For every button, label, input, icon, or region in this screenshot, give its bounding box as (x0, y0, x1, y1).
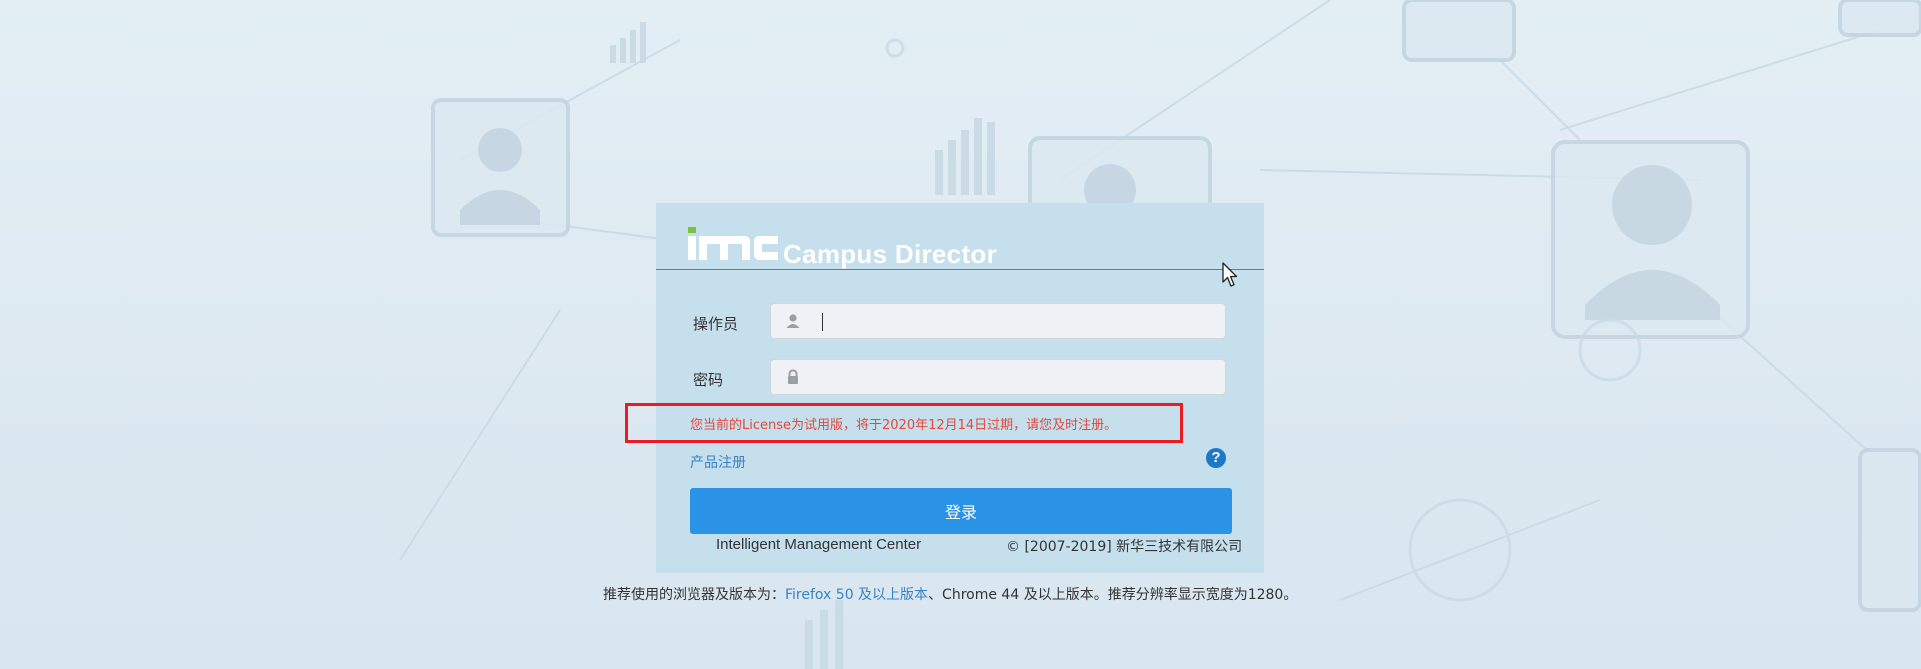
text-caret (822, 313, 823, 331)
login-panel: Campus Director 操作员 密码 您当前的License为试用版，将… (656, 203, 1264, 573)
mouse-cursor-icon (1222, 262, 1238, 292)
product-title: Campus Director (783, 239, 997, 269)
browser-note-rest: 、Chrome 44 及以上版本。推荐分辨率显示宽度为1280。 (928, 587, 1298, 603)
copyright: © [2007-2019] 新华三技术有限公司 (1006, 539, 1243, 555)
browser-recommendation: 推荐使用的浏览器及版本为：Firefox 50 及以上版本、Chrome 44 … (603, 584, 1297, 604)
product-name: Intelligent Management Center (716, 536, 922, 553)
login-button[interactable]: 登录 (690, 488, 1232, 534)
password-label: 密码 (693, 371, 724, 389)
logo-header: Campus Director (656, 203, 1264, 270)
browser-note-prefix: 推荐使用的浏览器及版本为： (603, 587, 785, 603)
license-highlight-box (625, 403, 1183, 443)
product-register-link[interactable]: 产品注册 (690, 452, 746, 472)
help-icon[interactable]: ? (1206, 448, 1226, 468)
operator-label: 操作员 (693, 315, 739, 333)
user-icon (785, 313, 801, 329)
password-input[interactable] (770, 359, 1226, 395)
operator-input[interactable] (770, 303, 1226, 339)
lock-icon (785, 369, 801, 385)
imc-logo (688, 223, 780, 267)
firefox-link[interactable]: Firefox 50 及以上版本 (785, 587, 928, 603)
